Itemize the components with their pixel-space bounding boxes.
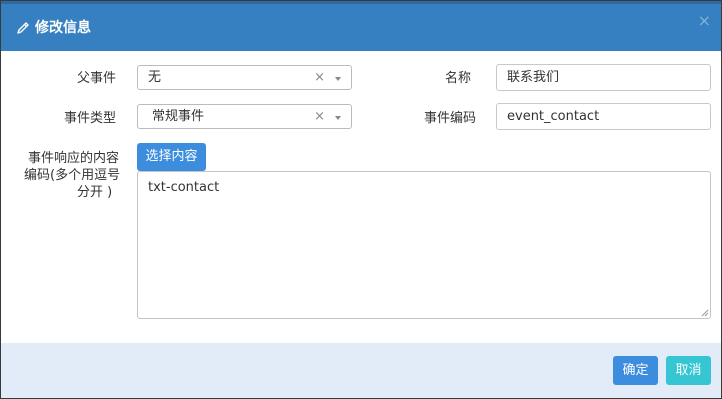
cancel-button[interactable]: 取消 xyxy=(666,356,711,385)
response-codes-label-line3: 分开 ) xyxy=(77,185,113,200)
caret-down-icon[interactable] xyxy=(335,77,341,81)
resize-grip-icon[interactable] xyxy=(701,309,709,317)
event-code-label: 事件编码 xyxy=(424,111,477,126)
response-codes-label-line1: 事件响应的内容 xyxy=(28,151,120,166)
event-code-value: event_contact xyxy=(507,109,600,124)
choose-content-button[interactable]: 选择内容 xyxy=(137,143,206,171)
name-input[interactable]: 联系我们 xyxy=(496,64,711,91)
response-codes-label-line2: 编码(多个用逗号 xyxy=(24,168,121,183)
event-type-value: 常规事件 xyxy=(152,109,205,124)
pencil-icon xyxy=(17,22,29,34)
parent-event-value: 无 xyxy=(148,70,162,85)
edit-info-dialog: 修改信息 × 父事件 无 × 名称 联系我们 事件类型 常规事件 × 事件编码 … xyxy=(0,0,722,399)
name-value: 联系我们 xyxy=(507,70,560,85)
clear-icon[interactable]: × xyxy=(314,70,325,86)
event-type-label: 事件类型 xyxy=(64,111,117,126)
dialog-title: 修改信息 xyxy=(35,20,91,36)
confirm-button[interactable]: 确定 xyxy=(613,356,658,385)
response-codes-textarea[interactable]: txt-contact xyxy=(137,171,711,319)
event-type-select[interactable]: 常规事件 × xyxy=(137,104,352,129)
response-codes-value: txt-contact xyxy=(148,180,220,195)
dialog-footer: 确定 取消 xyxy=(1,343,721,398)
dialog-header: 修改信息 × xyxy=(1,1,721,51)
clear-icon[interactable]: × xyxy=(314,109,325,125)
parent-event-label: 父事件 xyxy=(77,71,117,86)
caret-down-icon[interactable] xyxy=(335,116,341,120)
close-icon[interactable]: × xyxy=(698,13,711,29)
event-code-input[interactable]: event_contact xyxy=(496,103,711,130)
name-label: 名称 xyxy=(445,71,472,86)
parent-event-select[interactable]: 无 × xyxy=(137,65,352,90)
